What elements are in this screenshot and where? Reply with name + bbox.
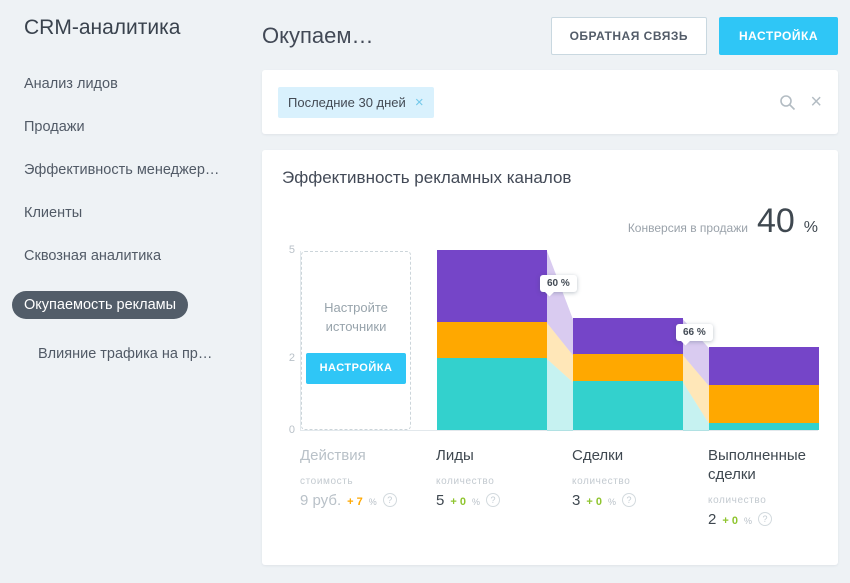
sidebar-menu: Анализ лидов Продажи Эффективность менед…	[24, 76, 250, 362]
column-footers: Действия стоимость 9 руб. + 7 % ? Лиды к…	[300, 447, 818, 528]
column-footer-actions: Действия стоимость 9 руб. + 7 % ?	[300, 447, 410, 528]
actions-placeholder: Настройте источники НАСТРОЙКА	[301, 251, 411, 430]
column-footer-completed-deals: Выполненные сделки количество 2 + 0 % ?	[708, 447, 818, 528]
header-buttons: ОБРАТНАЯ СВЯЗЬ НАСТРОЙКА	[551, 17, 838, 55]
bar-segment[interactable]	[573, 381, 683, 430]
bar-segment[interactable]	[709, 385, 819, 423]
bar-completed-deals[interactable]	[709, 347, 819, 430]
metric-values: 9 руб. + 7 % ?	[300, 492, 410, 509]
metric-delta: + 0	[586, 496, 602, 508]
metric-delta-unit: %	[608, 497, 616, 507]
metric-delta: + 0	[722, 515, 738, 527]
sidebar-item-clients[interactable]: Клиенты	[24, 205, 250, 221]
ad-channels-panel: Эффективность рекламных каналов Конверси…	[262, 150, 838, 565]
conversion-summary: Конверсия в продажи 40 %	[282, 202, 818, 241]
metric-delta-unit: %	[472, 497, 480, 507]
y-axis-tick: 2	[289, 352, 295, 364]
column-footer-leads: Лиды количество 5 + 0 % ?	[436, 447, 546, 528]
metric-value: 9 руб.	[300, 492, 341, 509]
metric-values: 3 + 0 % ?	[572, 492, 682, 509]
sidebar-item-traffic-influence[interactable]: Влияние трафика на пр…	[38, 346, 250, 362]
funnel-chart: 520 Настройте источники НАСТРОЙКА	[282, 251, 818, 431]
filter-chip-label: Последние 30 дней	[288, 95, 406, 110]
conversion-badge: 60 %	[540, 275, 577, 292]
conversion-value: 40	[757, 202, 795, 241]
bar-segment[interactable]	[437, 322, 547, 358]
sidebar-title: CRM-аналитика	[24, 16, 250, 40]
sidebar-item-lead-analysis[interactable]: Анализ лидов	[24, 76, 250, 92]
column-footer-deals: Сделки количество 3 + 0 % ?	[572, 447, 682, 528]
placeholder-text: Настройте источники	[310, 298, 402, 337]
help-icon[interactable]: ?	[622, 493, 636, 507]
help-icon[interactable]: ?	[758, 512, 772, 526]
column-title: Выполненные сделки	[708, 447, 818, 485]
sidebar-item-end-to-end-analytics[interactable]: Сквозная аналитика	[24, 248, 250, 264]
settings-button[interactable]: НАСТРОЙКА	[719, 17, 838, 55]
sidebar: CRM-аналитика Анализ лидов Продажи Эффек…	[0, 0, 250, 583]
y-axis-tick: 5	[289, 244, 295, 256]
metric-delta: + 7	[347, 496, 363, 508]
metric-value: 3	[572, 492, 580, 509]
filter-chip[interactable]: Последние 30 дней ×	[278, 87, 434, 118]
feedback-button[interactable]: ОБРАТНАЯ СВЯЗЬ	[551, 17, 707, 55]
bar-segment[interactable]	[437, 250, 547, 322]
column-title: Действия	[300, 447, 410, 466]
y-axis: 520	[282, 251, 300, 431]
metric-label: количество	[436, 476, 546, 487]
metric-delta-unit: %	[744, 516, 752, 526]
metric-label: стоимость	[300, 476, 410, 487]
main-content: Окупаем… ОБРАТНАЯ СВЯЗЬ НАСТРОЙКА Послед…	[250, 0, 850, 583]
conversion-badge: 66 %	[676, 324, 713, 341]
metric-value: 5	[436, 492, 444, 509]
conversion-label: Конверсия в продажи	[628, 221, 748, 235]
sidebar-item-sales[interactable]: Продажи	[24, 119, 250, 135]
chip-remove-icon[interactable]: ×	[415, 95, 424, 110]
sidebar-item-ad-payback[interactable]: Окупаемость рекламы	[24, 291, 250, 319]
bar-segment[interactable]	[709, 347, 819, 385]
bar-segment[interactable]	[573, 318, 683, 354]
bar-segment[interactable]	[573, 354, 683, 381]
help-icon[interactable]: ?	[383, 493, 397, 507]
active-item-pill: Окупаемость рекламы	[12, 291, 188, 319]
search-icon[interactable]	[779, 94, 796, 111]
metric-delta: + 0	[450, 496, 466, 508]
crm-analytics-page: CRM-аналитика Анализ лидов Продажи Эффек…	[0, 0, 850, 583]
configure-sources-button[interactable]: НАСТРОЙКА	[306, 353, 407, 384]
filter-icons: ×	[779, 92, 822, 112]
bar-deals[interactable]	[573, 318, 683, 430]
sidebar-item-manager-efficiency[interactable]: Эффективность менеджер…	[24, 162, 250, 178]
filter-bar[interactable]: Последние 30 дней × ×	[262, 70, 838, 134]
help-icon[interactable]: ?	[486, 493, 500, 507]
column-title: Сделки	[572, 447, 682, 466]
panel-title: Эффективность рекламных каналов	[282, 168, 818, 188]
metric-label: количество	[708, 495, 818, 506]
column-title: Лиды	[436, 447, 546, 466]
bar-segment[interactable]	[437, 358, 547, 430]
metric-value: 2	[708, 511, 716, 528]
metric-values: 2 + 0 % ?	[708, 511, 818, 528]
y-axis-tick: 0	[289, 424, 295, 436]
bar-segment[interactable]	[709, 423, 819, 430]
page-title: Окупаем…	[262, 23, 551, 49]
metric-label: количество	[572, 476, 682, 487]
filter-clear-icon[interactable]: ×	[810, 92, 822, 112]
conversion-unit: %	[804, 219, 818, 237]
metric-values: 5 + 0 % ?	[436, 492, 546, 509]
page-header: Окупаем… ОБРАТНАЯ СВЯЗЬ НАСТРОЙКА	[262, 16, 838, 56]
metric-delta-unit: %	[369, 497, 377, 507]
bar-leads[interactable]	[437, 250, 547, 430]
funnel-plot: Настройте источники НАСТРОЙКА	[300, 251, 818, 431]
